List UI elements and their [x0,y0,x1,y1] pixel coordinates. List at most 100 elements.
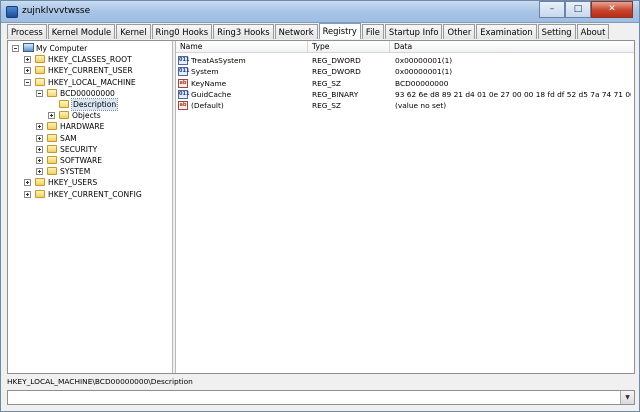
tab-other[interactable]: Other [443,24,476,39]
tab-examination[interactable]: Examination [476,24,537,39]
tree-node[interactable]: Description [8,98,172,111]
column-header-name[interactable]: Name [176,41,308,53]
tree-node[interactable]: SECURITY [8,144,172,155]
tab-about[interactable]: About [576,24,610,39]
value-name-cell: System [191,67,219,77]
tree-node-label[interactable]: SOFTWARE [60,155,102,166]
value-type-cell: REG_BINARY [312,89,359,99]
tree-node[interactable]: HKEY_CLASSES_ROOT [8,54,172,65]
expand-icon[interactable] [24,67,31,75]
main-window: zujnklvvvtwsse – □ ✕ Process Kernel Modul… [0,0,640,412]
folder-open-icon [35,77,45,86]
collapse-icon[interactable] [24,78,31,86]
folder-icon [47,133,57,142]
tree-node-label[interactable]: My Computer [36,43,87,54]
close-button[interactable]: ✕ [591,1,633,18]
tree-node[interactable]: BCD00000000 [8,88,172,99]
value-data-cell: 0x00000001(1) [395,67,453,77]
value-name-cell: KeyName [191,78,227,88]
tree-node[interactable]: HKEY_CURRENT_CONFIG [8,189,172,200]
tree-node[interactable]: HARDWARE [8,121,172,132]
tab-file[interactable]: File [361,24,384,39]
tab-registry[interactable]: Registry [318,23,361,39]
collapse-icon[interactable] [12,45,19,52]
expand-icon[interactable] [24,179,31,187]
folder-icon [47,144,57,153]
column-header-data[interactable]: Data [390,41,634,53]
tree-node[interactable]: SOFTWARE [8,155,172,166]
path-combo-box[interactable]: ▼ [7,390,635,405]
value-row[interactable]: 011 GuidCache REG_BINARY 93 62 6e d8 89 21 … [176,89,634,100]
minimize-button[interactable]: – [539,1,565,18]
tree-node[interactable]: HKEY_LOCAL_MACHINE [8,77,172,88]
computer-icon [23,43,34,52]
tree-node-label[interactable]: HARDWARE [60,121,104,132]
status-path: HKEY_LOCAL_MACHINE\BCD00000000\Descripti… [7,377,193,386]
value-type-cell: REG_SZ [312,101,341,111]
tree-node[interactable]: SAM [8,133,172,144]
tree-node[interactable]: SYSTEM [8,166,172,177]
tree-node-label[interactable]: SECURITY [60,144,97,155]
maximize-button[interactable]: □ [565,1,591,18]
folder-icon [59,111,69,120]
folder-icon [35,55,45,64]
chevron-down-icon[interactable]: ▼ [620,391,634,404]
value-row[interactable]: 011 System REG_DWORD 0x00000001(1) [176,66,634,77]
value-data-cell: (value no set) [395,101,447,111]
tree-node-label[interactable]: HKEY_USERS [48,177,97,188]
tab-kernel-module[interactable]: Kernel Module [47,24,116,39]
registry-tree[interactable]: My Computer HKEY_CLASSES_ROOT HKEY_CURRENT… [8,41,172,373]
folder-open-icon [59,100,69,108]
value-type-cell: REG_DWORD [312,56,361,65]
tree-node-label[interactable]: HKEY_CLASSES_ROOT [48,54,132,65]
expand-icon[interactable] [36,123,43,131]
value-name-cell: (Default) [191,101,224,111]
value-data-cell: 93 62 6e d8 89 21 d4 01 0e 27 00 00 18 f… [395,89,631,99]
value-name-cell: TreatAsSystem [191,56,246,65]
folder-icon [47,122,57,131]
window-title: zujnklvvvtwsse [22,6,91,16]
tree-node-label[interactable]: BCD00000000 [60,88,115,99]
tree-node[interactable]: HKEY_CURRENT_USER [8,65,172,76]
tab-network[interactable]: Network [274,24,318,39]
tree-node-label[interactable]: SYSTEM [60,166,90,177]
collapse-icon[interactable] [36,89,43,97]
folder-icon [47,167,57,176]
expand-icon[interactable] [36,157,43,164]
expand-icon[interactable] [24,190,31,198]
binary-value-icon: 011 [178,56,190,65]
window-controls: – □ ✕ [539,1,633,18]
expand-icon[interactable] [24,56,31,64]
value-row[interactable]: ab KeyName REG_SZ BCD00000000 [176,78,634,89]
tab-process[interactable]: Process [7,24,47,39]
tab-ring3-hooks[interactable]: Ring3 Hooks [213,24,274,39]
binary-value-icon: 011 [178,67,190,77]
folder-icon [35,178,45,187]
expand-icon[interactable] [36,134,43,142]
tree-node-label[interactable]: Description [70,98,119,111]
tree-node-label[interactable]: SAM [60,133,77,144]
tree-node[interactable]: HKEY_USERS [8,177,172,188]
tab-setting[interactable]: Setting [537,24,576,39]
value-row[interactable]: 011 TreatAsSystem REG_DWORD 0x00000001(1) [176,55,634,66]
tree-node[interactable]: Objects [8,110,172,121]
tree-node[interactable]: My Computer [8,43,172,54]
tab-kernel[interactable]: Kernel [116,24,151,39]
value-row[interactable]: ab (Default) REG_SZ (value no set) [176,100,634,111]
app-icon [6,6,18,18]
column-header-type[interactable]: Type [308,41,390,53]
tab-ring0-hooks[interactable]: Ring0 Hooks [151,24,213,39]
expand-icon[interactable] [36,145,43,153]
tree-node-label[interactable]: Objects [72,110,101,121]
expand-icon[interactable] [48,112,55,120]
tab-startup-info[interactable]: Startup Info [384,24,443,39]
string-value-icon: ab [178,101,188,111]
tree-node-label[interactable]: HKEY_CURRENT_USER [48,65,133,76]
tree-node-label[interactable]: HKEY_CURRENT_CONFIG [48,189,142,200]
value-data-cell: 0x00000001(1) [395,56,453,65]
expand-icon[interactable] [36,168,43,176]
registry-values-list[interactable]: Name Type Data 011 TreatAsSystem REG_DWORD… [176,41,634,373]
string-value-icon: ab [178,78,188,88]
tree-node-label[interactable]: HKEY_LOCAL_MACHINE [48,77,136,88]
title-bar[interactable]: zujnklvvvtwsse – □ ✕ [1,1,639,23]
